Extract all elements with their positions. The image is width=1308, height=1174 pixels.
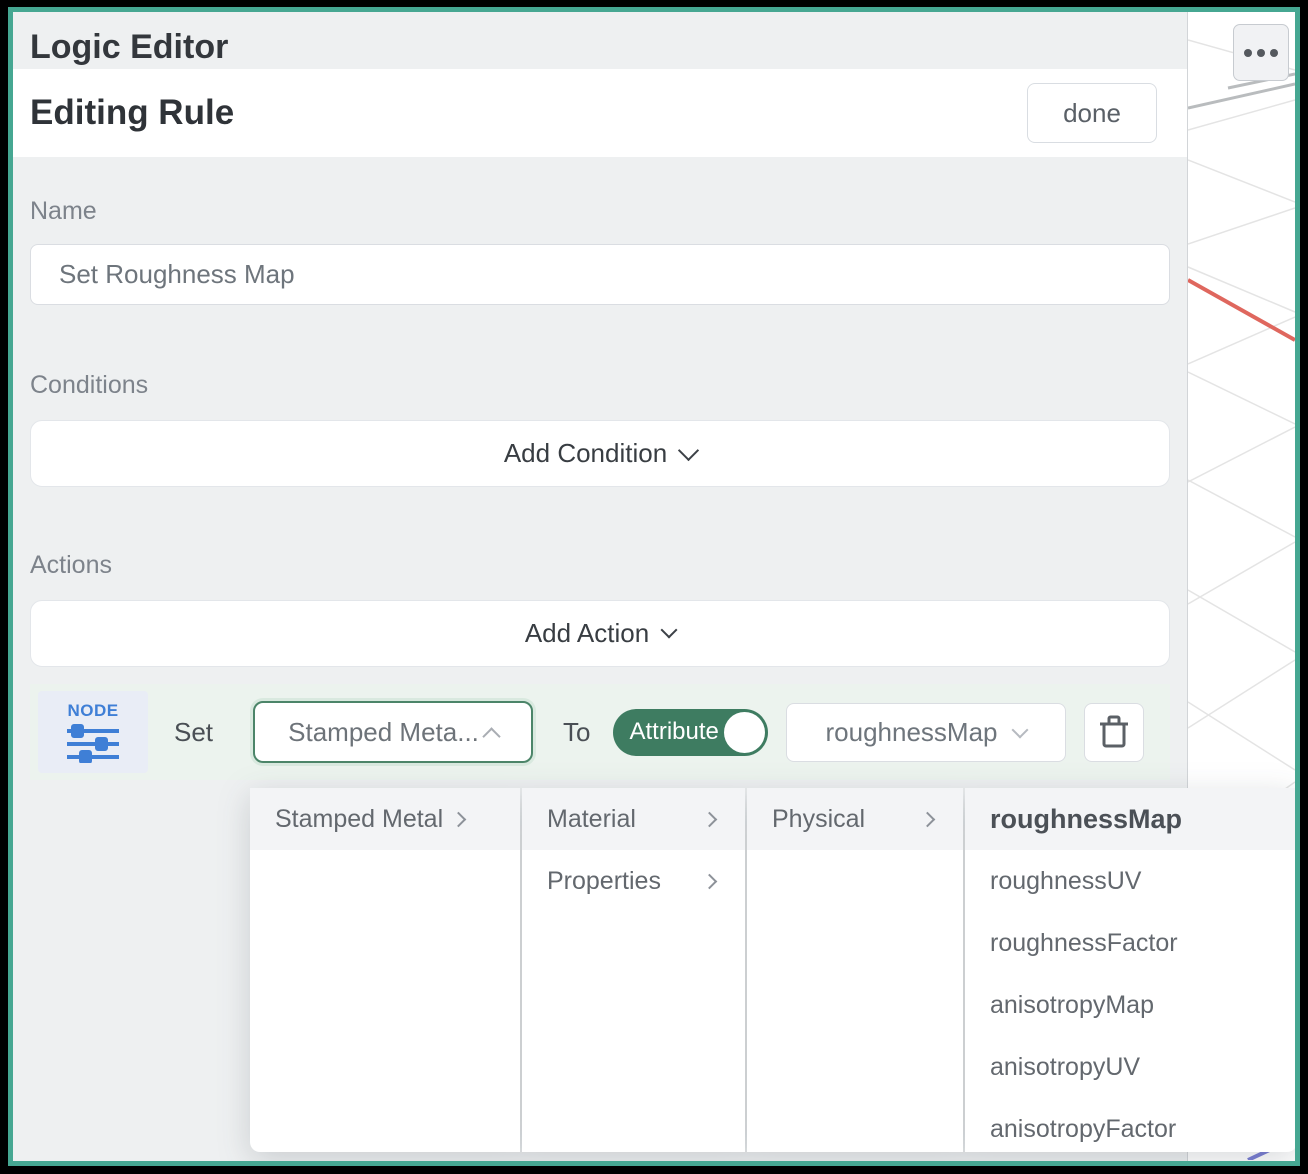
attribute-picker-menu: Stamped Metal Material Properties Physical r…: [250, 788, 1295, 1152]
menu-item-roughnessFactor[interactable]: roughnessFactor: [965, 912, 1295, 974]
menu-item-label: Physical: [772, 805, 865, 834]
window-frame: Logic Editor Editing Rule done Name Cond…: [8, 7, 1300, 1166]
menu-item-label: roughnessFactor: [990, 929, 1178, 958]
menu-column: Physical: [747, 788, 963, 1152]
menu-item-Properties[interactable]: Properties: [522, 850, 745, 912]
menu-item-Material[interactable]: Material: [522, 788, 745, 850]
action-row: NODE Set: [30, 684, 1170, 780]
conditions-label: Conditions: [30, 371, 1170, 400]
attribute-toggle-label: Attribute: [613, 718, 719, 746]
chevron-right-icon: [451, 811, 467, 827]
menu-item-anisotropyMap[interactable]: anisotropyMap: [965, 974, 1295, 1036]
trash-icon: [1099, 715, 1129, 749]
menu-column: Stamped Metal: [250, 788, 520, 1152]
done-button[interactable]: done: [1027, 83, 1157, 143]
name-label: Name: [30, 197, 1170, 226]
source-node-dropdown-value: Stamped Meta...: [288, 717, 479, 748]
add-action-button[interactable]: Add Action: [30, 600, 1170, 667]
chevron-down-icon: [1011, 721, 1028, 738]
add-condition-button[interactable]: Add Condition: [30, 420, 1170, 487]
add-condition-label: Add Condition: [504, 438, 667, 469]
ellipsis-icon: [1270, 49, 1278, 57]
chevron-up-icon: [482, 727, 500, 745]
menu-column: Material Properties: [522, 788, 745, 1152]
menu-column: roughnessMap roughnessUV roughnessFactor an…: [965, 788, 1295, 1152]
menu-item-Physical[interactable]: Physical: [747, 788, 963, 850]
menu-item-roughnessUV[interactable]: roughnessUV: [965, 850, 1295, 912]
rule-title: Editing Rule: [30, 93, 234, 133]
add-action-label: Add Action: [525, 618, 649, 649]
chevron-down-icon: [661, 622, 678, 639]
source-node-dropdown[interactable]: Stamped Meta...: [253, 701, 533, 763]
attribute-dropdown[interactable]: roughnessMap: [786, 703, 1066, 762]
sliders-icon: [65, 723, 121, 763]
toggle-knob: [724, 712, 765, 753]
actions-label: Actions: [30, 551, 1170, 580]
panel-title: Logic Editor: [13, 12, 1187, 69]
more-options-button[interactable]: [1233, 24, 1289, 81]
node-badge[interactable]: NODE: [38, 691, 148, 773]
menu-item-Stamped Metal[interactable]: Stamped Metal: [250, 788, 520, 850]
menu-item-anisotropyUV[interactable]: anisotropyUV: [965, 1036, 1295, 1098]
menu-item-roughnessMap[interactable]: roughnessMap: [965, 788, 1295, 850]
to-label: To: [563, 717, 590, 748]
set-label: Set: [174, 717, 213, 748]
ellipsis-icon: [1257, 49, 1265, 57]
chevron-down-icon: [678, 439, 699, 460]
menu-item-label: Stamped Metal: [275, 805, 443, 834]
ellipsis-icon: [1244, 49, 1252, 57]
window-content: Logic Editor Editing Rule done Name Cond…: [13, 12, 1295, 1161]
chevron-right-icon: [702, 811, 718, 827]
menu-item-label: anisotropyFactor: [990, 1115, 1176, 1144]
menu-item-label: roughnessMap: [990, 804, 1182, 835]
menu-item-label: Material: [547, 805, 636, 834]
menu-item-label: Properties: [547, 867, 661, 896]
rule-name-input[interactable]: [30, 244, 1170, 305]
rule-header: Editing Rule done: [13, 69, 1187, 157]
menu-item-anisotropyFactor[interactable]: anisotropyFactor: [965, 1098, 1295, 1152]
menu-item-label: anisotropyMap: [990, 991, 1154, 1020]
attribute-dropdown-value: roughnessMap: [826, 717, 998, 748]
delete-action-button[interactable]: [1084, 703, 1144, 762]
attribute-toggle[interactable]: Attribute: [613, 709, 768, 756]
menu-item-label: anisotropyUV: [990, 1053, 1140, 1082]
menu-item-label: roughnessUV: [990, 867, 1141, 896]
chevron-right-icon: [702, 873, 718, 889]
chevron-right-icon: [920, 811, 936, 827]
node-badge-label: NODE: [67, 701, 118, 721]
screenshot-root: Logic Editor Editing Rule done Name Cond…: [0, 0, 1308, 1174]
